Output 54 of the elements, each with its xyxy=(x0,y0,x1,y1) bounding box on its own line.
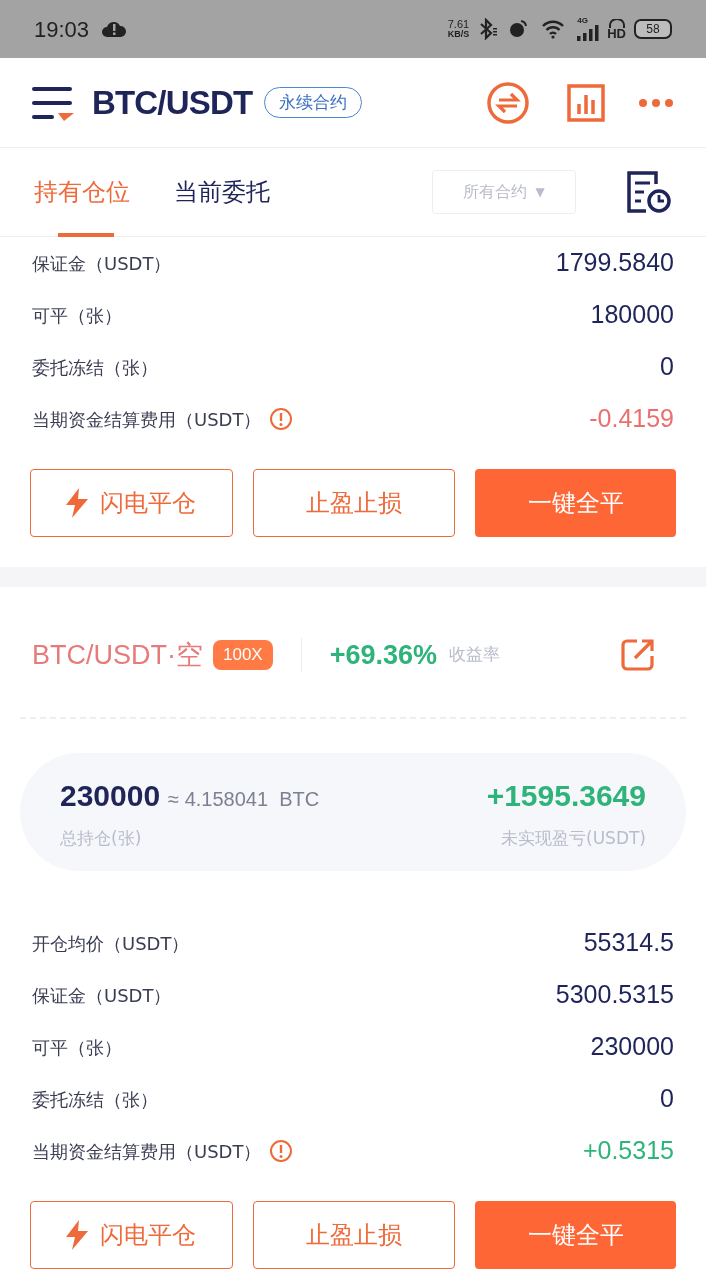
field-value: -0.4159 xyxy=(589,403,674,435)
field-label: 当期资金结算费用（USDT） xyxy=(32,1139,262,1164)
caret-icon: ▼ xyxy=(535,183,545,201)
flash-close-button[interactable]: 闪电平仓 xyxy=(30,1201,233,1269)
history-button[interactable] xyxy=(626,170,672,214)
yield-label: 收益率 xyxy=(449,643,501,667)
pair-title: BTC/USDT xyxy=(92,82,253,123)
leverage-badge: 100X xyxy=(213,640,273,670)
menu-icon xyxy=(32,84,74,121)
share-button[interactable] xyxy=(620,637,656,673)
field-label: 委托冻结（张） xyxy=(32,355,158,380)
flash-close-button[interactable]: 闪电平仓 xyxy=(30,469,233,537)
take-profit-stop-loss-button[interactable]: 止盈止损 xyxy=(252,469,456,537)
yield-value: +69.36% xyxy=(329,638,438,672)
battery-text: 58 xyxy=(646,23,660,35)
field-value: 5300.5315 xyxy=(555,979,674,1011)
network-type-text: 4G xyxy=(577,17,588,25)
network-speed-text: 7.61 xyxy=(447,19,470,29)
field-label: 保证金（USDT） xyxy=(32,983,172,1008)
unrealized-pnl-value: +1595.3649 xyxy=(486,777,646,814)
field-value: 1799.5840 xyxy=(555,247,674,279)
clock-text: 19:03 xyxy=(34,15,90,44)
unrealized-pnl-label: 未实现盈亏(USDT) xyxy=(501,826,646,850)
field-label: 可平（张） xyxy=(32,303,122,328)
chart-button[interactable] xyxy=(566,82,606,123)
close-all-button[interactable]: 一键全平 xyxy=(475,1201,676,1269)
field-value: 55314.5 xyxy=(583,927,674,959)
field-label: 当期资金结算费用（USDT） xyxy=(32,407,262,432)
field-value: 230000 xyxy=(590,1031,674,1063)
field-value: 0 xyxy=(660,351,674,383)
lightning-icon xyxy=(66,488,89,518)
close-all-button[interactable]: 一键全平 xyxy=(475,469,676,537)
network-speed-text: KB/S xyxy=(447,29,470,39)
field-value: +0.5315 xyxy=(582,1135,674,1167)
take-profit-stop-loss-button[interactable]: 止盈止损 xyxy=(252,1201,456,1269)
tab[interactable]: 当前委托 xyxy=(174,147,270,237)
lightning-icon xyxy=(66,1220,89,1250)
btc-equivalent-text: ≈ 4.158041 BTC xyxy=(168,786,320,812)
field-label: 委托冻结（张） xyxy=(32,1087,158,1112)
cloud-alert-icon xyxy=(101,19,128,39)
signal-icon xyxy=(577,25,600,41)
total-position-value: 230000 xyxy=(60,777,161,814)
swap-button[interactable] xyxy=(486,80,530,125)
field-value: 0 xyxy=(660,1083,674,1115)
contract-filter-dropdown[interactable]: 所有合约 ▼ xyxy=(432,170,576,214)
wifi-icon xyxy=(541,19,566,39)
hd-text: HD xyxy=(607,27,626,40)
position-pair-text: BTC/USDT·空 xyxy=(32,638,203,672)
tab[interactable]: 持有仓位 xyxy=(34,147,130,237)
total-position-label: 总持仓(张) xyxy=(60,826,143,850)
field-label: 保证金（USDT） xyxy=(32,251,172,276)
field-label: 可平（张） xyxy=(32,1035,122,1060)
field-value: 180000 xyxy=(590,299,674,331)
field-label: 开仓均价（USDT） xyxy=(32,931,190,956)
